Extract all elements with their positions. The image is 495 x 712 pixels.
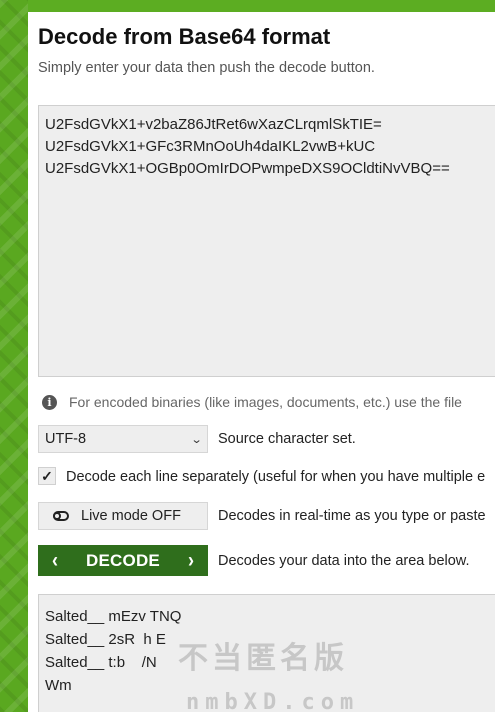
checkmark-icon: ✓ (41, 467, 53, 484)
charset-label: Source character set. (218, 431, 356, 447)
background-pattern (0, 0, 28, 712)
decode-description: Decodes your data into the area below. (218, 553, 470, 569)
chevron-down-icon: ⌄ (190, 433, 203, 446)
charset-selected-value: UTF-8 (45, 431, 87, 447)
info-circle-icon: i (42, 394, 57, 410)
binary-info-text: For encoded binaries (like images, docum… (69, 394, 462, 410)
chevron-left-icon: ‹ (52, 547, 58, 572)
decode-lines-label[interactable]: Decode each line separately (useful for … (66, 469, 485, 485)
binary-info-note: i For encoded binaries (like images, doc… (42, 392, 462, 412)
decode-button[interactable]: ‹ DECODE › (38, 545, 208, 576)
page-subtitle: Simply enter your data then push the dec… (38, 60, 375, 76)
toggle-off-icon (53, 511, 69, 521)
decode-button-label: DECODE (86, 550, 160, 570)
live-mode-description: Decodes in real-time as you type or past… (218, 508, 486, 524)
live-mode-button[interactable]: Live mode OFF (38, 502, 208, 530)
decoded-output-textarea[interactable]: Salted__ mEzv TNQ Salted__ 2sR h E Salte… (38, 594, 495, 712)
chevron-right-icon: › (188, 547, 194, 572)
decode-lines-checkbox[interactable]: ✓ (38, 467, 56, 485)
page-title: Decode from Base64 format (38, 24, 331, 49)
decode-panel: Decode from Base64 format Simply enter y… (28, 12, 495, 712)
live-mode-button-label: Live mode OFF (81, 508, 181, 524)
base64-input-textarea[interactable]: U2FsdGVkX1+v2baZ86JtRet6wXazCLrqmlSkTIE=… (38, 105, 495, 377)
charset-select[interactable]: UTF-8 ⌄ (38, 425, 208, 453)
